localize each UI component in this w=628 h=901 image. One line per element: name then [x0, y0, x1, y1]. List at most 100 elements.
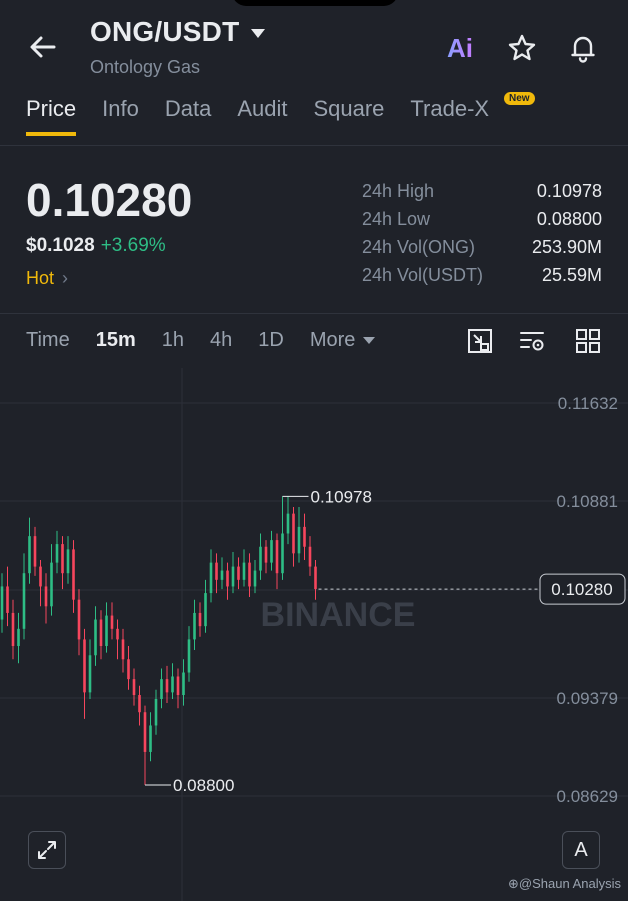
stat-high: 24h High 0.10978 — [362, 181, 602, 201]
tab-price[interactable]: Price — [26, 96, 77, 136]
candle-body — [99, 619, 103, 647]
high-marker-label: 0.10978 — [311, 487, 372, 506]
candle-body — [182, 672, 185, 696]
candle-body — [165, 679, 169, 693]
tab-data[interactable]: Data — [165, 96, 211, 136]
pair-selector[interactable]: ONG/USDT — [90, 16, 266, 48]
tab-square[interactable]: Square — [313, 96, 384, 136]
price-change: +3.69% — [100, 235, 166, 256]
tf-time[interactable]: Time — [26, 329, 70, 352]
candle-body — [94, 619, 97, 656]
candle-body — [72, 549, 75, 600]
star-icon[interactable] — [506, 32, 538, 64]
candle-body — [160, 679, 163, 699]
candle-body — [286, 513, 290, 534]
tab-info[interactable]: Info — [102, 96, 139, 136]
camera-notch — [232, 0, 398, 6]
tf-4h[interactable]: 4h — [210, 329, 232, 352]
candle-body — [149, 725, 152, 752]
candle-body — [187, 639, 191, 673]
tf-1d[interactable]: 1D — [258, 329, 284, 352]
candle-body — [264, 546, 268, 563]
price-tick-label: 0.09379 — [557, 689, 618, 708]
candlestick-chart[interactable]: 0.11632 0.10881 0.09379 0.08629 BINANCE 0.109… — [0, 368, 628, 901]
tab-divider — [0, 145, 628, 146]
hot-label: Hot — [26, 268, 55, 288]
caret-down-icon — [251, 28, 266, 38]
candle-body — [154, 698, 158, 726]
token-name: Ontology Gas — [90, 57, 201, 77]
candle-body — [138, 695, 141, 713]
candle-body — [143, 712, 147, 752]
tab-audit[interactable]: Audit — [237, 96, 287, 136]
back-arrow-icon[interactable] — [28, 32, 58, 62]
price-tick-label: 0.08629 — [557, 787, 618, 806]
candle-body — [209, 562, 213, 594]
candle-body — [39, 566, 42, 587]
low-marker-label: 0.08800 — [173, 776, 234, 795]
layout-grid-icon[interactable] — [574, 327, 602, 355]
candle-body — [281, 533, 284, 574]
candle-body — [248, 562, 251, 587]
hot-tag[interactable]: Hot › — [26, 268, 68, 289]
candle-body — [193, 612, 196, 640]
chevron-right-icon: › — [62, 268, 69, 288]
candle-body — [55, 544, 59, 563]
candle-body — [132, 679, 136, 696]
candle-body — [176, 676, 180, 696]
stat-vol-usdt: 24h Vol(USDT) 25.59M — [362, 265, 602, 285]
binance-watermark: BINANCE — [261, 596, 416, 634]
candle-body — [83, 639, 86, 693]
chart-settings-icon[interactable] — [518, 327, 546, 355]
fullscreen-button[interactable] — [28, 831, 66, 869]
last-price: 0.10280 — [26, 174, 193, 226]
price-tick-label: 0.11632 — [558, 394, 618, 413]
candle-body — [171, 676, 174, 693]
auto-scale-label: A — [574, 838, 588, 861]
candle-body — [121, 639, 125, 660]
timeframe-bar: Time 15m 1h 4h 1D More — [26, 329, 401, 352]
pair-title: ONG/USDT — [90, 16, 240, 47]
candle-body — [231, 566, 235, 587]
candle-body — [61, 544, 64, 574]
stats-panel: 24h High 0.10978 24h Low 0.08800 24h Vol(O… — [362, 181, 602, 293]
candle-body — [198, 612, 202, 627]
candle-body — [11, 612, 15, 647]
candle-body — [220, 570, 224, 580]
candle-body — [226, 570, 229, 587]
tf-more[interactable]: More — [310, 329, 376, 352]
current-price-label: 0.10280 — [551, 580, 612, 599]
candle-body — [33, 536, 37, 567]
candle-body — [297, 526, 301, 554]
candle-body — [259, 546, 262, 571]
candle-body — [215, 562, 218, 580]
candle-body — [50, 562, 53, 607]
candle-body — [44, 586, 48, 607]
tab-trade-x[interactable]: Trade-X — [410, 96, 489, 136]
bell-icon[interactable] — [567, 32, 599, 64]
candle-body — [17, 628, 20, 647]
candle-body — [270, 540, 273, 563]
candle-body — [110, 615, 114, 629]
candle-body — [105, 615, 108, 647]
stat-vol-ong: 24h Vol(ONG) 253.90M — [362, 237, 602, 257]
candle-body — [116, 628, 119, 640]
indicator-toggle-icon[interactable] — [466, 327, 494, 355]
candle-body — [204, 593, 207, 627]
price-tick-label: 0.10881 — [557, 492, 618, 511]
candle-body — [314, 566, 317, 590]
candle-body — [127, 659, 130, 680]
caret-down-icon — [363, 337, 376, 345]
ai-icon[interactable]: Ai — [444, 32, 476, 64]
tf-1h[interactable]: 1h — [162, 329, 184, 352]
usd-price: $0.1028 — [26, 235, 95, 256]
tf-15m[interactable]: 15m — [96, 329, 136, 352]
auto-scale-button[interactable]: A — [562, 831, 600, 869]
candle-body — [77, 599, 81, 640]
candle-body — [292, 513, 295, 554]
expand-icon — [38, 841, 56, 859]
candle-body — [253, 570, 257, 587]
candle-body — [303, 526, 306, 547]
post-watermark: ⊕@Shaun Analysis — [508, 876, 621, 891]
candle-body — [308, 546, 312, 567]
